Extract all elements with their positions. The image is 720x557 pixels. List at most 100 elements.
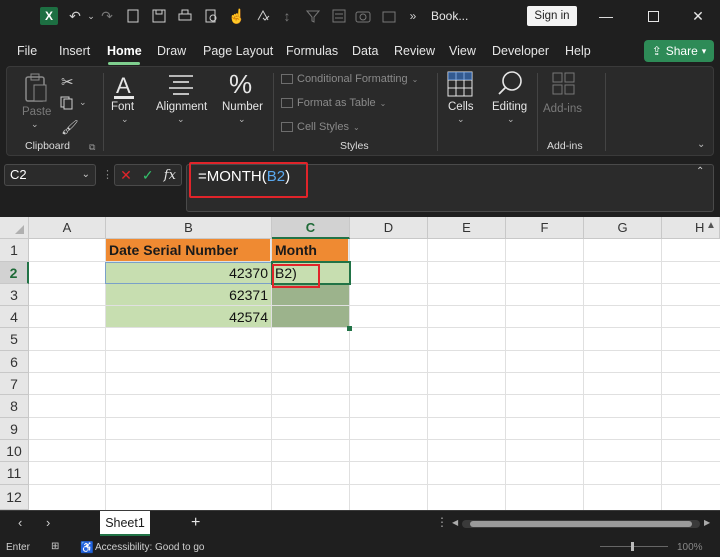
row-header-1[interactable]: 1 bbox=[0, 239, 29, 262]
row-header-7[interactable]: 7 bbox=[0, 373, 29, 395]
menu-review[interactable]: Review bbox=[394, 44, 435, 58]
insert-function-icon[interactable]: fx bbox=[164, 168, 176, 183]
macro-recording-icon[interactable]: ⊞ bbox=[51, 541, 59, 552]
menu-insert[interactable]: Insert bbox=[59, 44, 90, 58]
print-preview-icon[interactable] bbox=[200, 5, 222, 27]
cell-b1[interactable]: Date Serial Number bbox=[106, 239, 271, 261]
prev-sheet-icon[interactable]: ‹ bbox=[18, 515, 22, 530]
paste-dropdown-icon[interactable]: ⌄ bbox=[31, 119, 39, 130]
collapse-formula-bar-icon[interactable]: ⌃ bbox=[696, 166, 704, 177]
format-as-table-button[interactable]: Format as Table ⌄ bbox=[281, 97, 386, 109]
horizontal-scroll-thumb[interactable] bbox=[470, 521, 692, 527]
row-header-8[interactable]: 8 bbox=[0, 395, 29, 418]
name-box[interactable]: C2 ⌄ bbox=[4, 164, 96, 186]
form-icon[interactable] bbox=[328, 5, 350, 27]
tab-splitter-icon[interactable]: ⋮ bbox=[436, 515, 449, 529]
maximize-icon[interactable] bbox=[641, 5, 665, 27]
cancel-icon[interactable]: ✕ bbox=[120, 167, 132, 184]
conditional-formatting-button[interactable]: Conditional Formatting ⌄ bbox=[281, 73, 418, 85]
alignment-icon[interactable] bbox=[167, 73, 195, 100]
font-dropdown-icon[interactable]: ⌄ bbox=[121, 114, 129, 125]
row-header-3[interactable]: 3 bbox=[0, 284, 29, 306]
sheet-tab-sheet1[interactable]: Sheet1 bbox=[100, 511, 150, 536]
save-icon[interactable] bbox=[148, 5, 170, 27]
row-header-12[interactable]: 12 bbox=[0, 485, 29, 510]
cell-c4[interactable] bbox=[272, 306, 349, 327]
close-icon[interactable]: ✕ bbox=[686, 5, 710, 27]
menu-draw[interactable]: Draw bbox=[157, 44, 186, 58]
share-button[interactable]: ⇪ Share ▾ bbox=[644, 40, 714, 62]
menu-data[interactable]: Data bbox=[352, 44, 378, 58]
zoom-slider-thumb[interactable] bbox=[631, 542, 634, 551]
row-header-9[interactable]: 9 bbox=[0, 418, 29, 440]
new-file-icon[interactable] bbox=[122, 5, 144, 27]
touch-mode-icon[interactable]: ☝ bbox=[226, 5, 248, 27]
menu-help[interactable]: Help bbox=[565, 44, 591, 58]
row-header-4[interactable]: 4 bbox=[0, 306, 29, 328]
menu-developer[interactable]: Developer bbox=[492, 44, 549, 58]
enter-icon[interactable]: ✓ bbox=[142, 167, 154, 184]
copy-icon[interactable] bbox=[60, 96, 74, 113]
open-icon[interactable] bbox=[378, 5, 400, 27]
cells-dropdown-icon[interactable]: ⌄ bbox=[457, 114, 465, 125]
row-header-6[interactable]: 6 bbox=[0, 351, 29, 373]
grid-scroll-up-icon[interactable]: ▲ bbox=[706, 220, 716, 231]
add-sheet-icon[interactable]: + bbox=[191, 514, 200, 532]
title-bar: X ↶ ⌄ ↷ ☝ ↕ » Book... Sign in — ✕ bbox=[0, 0, 720, 32]
number-dropdown-icon[interactable]: ⌄ bbox=[238, 114, 246, 125]
menu-home[interactable]: Home bbox=[107, 44, 142, 58]
font-icon[interactable]: A bbox=[111, 71, 137, 104]
menu-formulas[interactable]: Formulas bbox=[286, 44, 338, 58]
alignment-dropdown-icon[interactable]: ⌄ bbox=[177, 114, 185, 125]
scroll-right-icon[interactable]: ▶ bbox=[704, 518, 710, 527]
add-ins-icon[interactable] bbox=[551, 71, 577, 100]
fill-handle[interactable] bbox=[347, 326, 352, 331]
menu-file[interactable]: File bbox=[17, 44, 37, 58]
minimize-icon[interactable]: — bbox=[594, 5, 618, 27]
more-commands-icon[interactable]: » bbox=[402, 5, 424, 27]
percent-icon[interactable]: % bbox=[229, 69, 252, 100]
editing-dropdown-icon[interactable]: ⌄ bbox=[507, 114, 515, 125]
sign-in-button[interactable]: Sign in bbox=[527, 6, 577, 26]
cells-icon[interactable] bbox=[447, 71, 473, 100]
camera-icon[interactable] bbox=[352, 5, 374, 27]
column-header-a[interactable]: A bbox=[29, 217, 106, 239]
print-icon[interactable] bbox=[174, 5, 196, 27]
scroll-left-icon[interactable]: ◀ bbox=[452, 518, 458, 527]
cell-b4[interactable]: 42574 bbox=[106, 306, 271, 327]
cut-icon[interactable]: ✂ bbox=[61, 73, 74, 91]
redo-icon[interactable]: ↷ bbox=[96, 5, 118, 27]
row-header-2[interactable]: 2 bbox=[0, 262, 29, 284]
cell-styles-button[interactable]: Cell Styles ⌄ bbox=[281, 121, 360, 133]
collapse-ribbon-icon[interactable]: ⌄ bbox=[697, 139, 705, 150]
column-header-e[interactable]: E bbox=[428, 217, 506, 239]
cell-c1[interactable]: Month bbox=[272, 239, 349, 261]
column-header-f[interactable]: F bbox=[506, 217, 584, 239]
column-header-d[interactable]: D bbox=[350, 217, 428, 239]
column-header-g[interactable]: G bbox=[584, 217, 662, 239]
row-header-10[interactable]: 10 bbox=[0, 440, 29, 462]
format-painter-icon[interactable]: 🖌 bbox=[61, 119, 79, 136]
accessibility-icon[interactable]: ♿ bbox=[80, 541, 94, 554]
sort-icon[interactable]: ↕ bbox=[276, 5, 298, 27]
paste-icon[interactable] bbox=[23, 73, 49, 106]
accessibility-status[interactable]: Accessibility: Good to go bbox=[95, 542, 205, 553]
column-header-c[interactable]: C bbox=[272, 217, 350, 239]
menu-view[interactable]: View bbox=[449, 44, 476, 58]
worksheet-grid[interactable]: A B C D E F G H ▲ 1 2 3 4 5 6 7 8 9 10 1… bbox=[0, 217, 720, 510]
ribbon-divider bbox=[537, 73, 538, 151]
clipboard-launcher-icon[interactable]: ⧉ bbox=[89, 142, 95, 153]
copy-dropdown-icon[interactable]: ⌄ bbox=[79, 97, 87, 108]
spelling-icon[interactable] bbox=[252, 5, 274, 27]
row-header-11[interactable]: 11 bbox=[0, 462, 29, 485]
filter-icon[interactable] bbox=[302, 5, 324, 27]
next-sheet-icon[interactable]: › bbox=[46, 515, 50, 530]
zoom-slider[interactable] bbox=[600, 546, 668, 547]
zoom-level[interactable]: 100% bbox=[677, 542, 703, 553]
row-header-5[interactable]: 5 bbox=[0, 328, 29, 351]
menu-page-layout[interactable]: Page Layout bbox=[203, 44, 273, 58]
cell-b3[interactable]: 62371 bbox=[106, 284, 271, 305]
select-all-corner[interactable] bbox=[0, 217, 29, 239]
editing-search-icon[interactable] bbox=[497, 69, 525, 100]
column-header-b[interactable]: B bbox=[106, 217, 272, 239]
